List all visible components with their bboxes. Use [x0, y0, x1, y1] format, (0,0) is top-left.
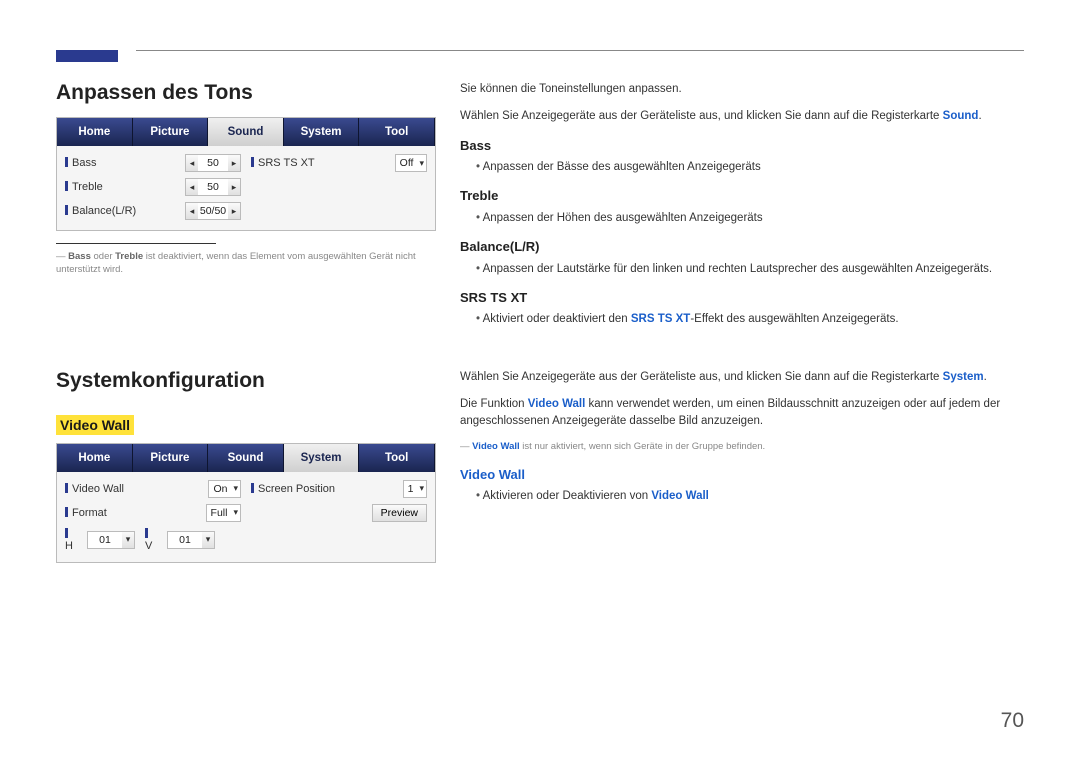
- h-spinner[interactable]: 01 ▾: [87, 531, 135, 549]
- header-accent-bar: [56, 50, 118, 62]
- tab-system-2[interactable]: System: [284, 444, 360, 472]
- treble-value: 50: [198, 181, 228, 193]
- srs-desc: Aktiviert oder deaktiviert den SRS TS XT…: [476, 311, 1024, 328]
- balance-label: Balance(L/R): [65, 205, 181, 217]
- h-inc[interactable]: ▾: [122, 532, 134, 548]
- page-number: 70: [1001, 709, 1024, 733]
- chevron-down-icon: ▾: [419, 483, 424, 494]
- treble-label: Treble: [65, 181, 181, 193]
- format-label: Format: [65, 507, 202, 519]
- srs-dropdown[interactable]: Off ▾: [395, 154, 427, 172]
- bass-heading: Bass: [460, 136, 1024, 156]
- bass-spinner[interactable]: ◂ 50 ▸: [185, 154, 241, 172]
- screenposition-dropdown[interactable]: 1 ▾: [403, 480, 427, 498]
- videowall-desc: Aktivieren oder Deaktivieren von Video W…: [476, 488, 1024, 505]
- bass-label: Bass: [65, 157, 181, 169]
- h-value: 01: [88, 534, 122, 546]
- treble-heading: Treble: [460, 186, 1024, 206]
- system-intro-1: Wählen Sie Anzeigegeräte aus der Gerätel…: [460, 369, 1024, 386]
- srs-heading: SRS TS XT: [460, 288, 1024, 308]
- bass-dec[interactable]: ◂: [186, 155, 198, 171]
- tab-tool-2[interactable]: Tool: [359, 444, 435, 472]
- treble-desc: Anpassen der Höhen des ausgewählten Anze…: [476, 210, 1024, 227]
- chevron-down-icon: ▾: [233, 483, 238, 494]
- header-rule: [136, 50, 1024, 51]
- tab-sound-2[interactable]: Sound: [208, 444, 284, 472]
- screenposition-value: 1: [408, 483, 414, 495]
- chevron-down-icon: ▾: [233, 507, 238, 518]
- format-value: Full: [211, 507, 228, 519]
- system-tabbar: Home Picture Sound System Tool: [57, 444, 435, 472]
- videowall-note: Video Wall ist nur aktiviert, wenn sich …: [460, 440, 1024, 454]
- balance-heading: Balance(L/R): [460, 237, 1024, 257]
- treble-inc[interactable]: ▸: [228, 179, 240, 195]
- section-title-system: Systemkonfiguration: [56, 369, 436, 393]
- bass-value: 50: [198, 157, 228, 169]
- tab-picture-2[interactable]: Picture: [133, 444, 209, 472]
- v-value: 01: [168, 534, 202, 546]
- bass-inc[interactable]: ▸: [228, 155, 240, 171]
- treble-dec[interactable]: ◂: [186, 179, 198, 195]
- system-intro-2: Die Funktion Video Wall kann verwendet w…: [460, 396, 1024, 431]
- video-wall-subheading: Video Wall: [56, 415, 134, 435]
- videowall-label: Video Wall: [65, 483, 204, 495]
- h-label: H: [65, 528, 77, 552]
- system-settings-screenshot: Home Picture Sound System Tool Video Wal…: [56, 443, 436, 563]
- v-spinner[interactable]: 01 ▾: [167, 531, 215, 549]
- sound-intro-1: Sie können die Toneinstellungen anpassen…: [460, 81, 1024, 98]
- balance-desc: Anpassen der Lautstärke für den linken u…: [476, 261, 1024, 278]
- balance-value: 50/50: [198, 205, 228, 217]
- screenposition-label: Screen Position: [251, 483, 399, 495]
- chevron-down-icon: ▾: [419, 158, 424, 169]
- preview-button[interactable]: Preview: [372, 504, 427, 522]
- srs-value: Off: [400, 157, 414, 169]
- srs-label: SRS TS XT: [251, 157, 391, 169]
- sound-settings-screenshot: Home Picture Sound System Tool Bass ◂ 50: [56, 117, 436, 231]
- sound-footnote: Bass oder Treble ist deaktiviert, wenn d…: [56, 250, 436, 277]
- balance-inc[interactable]: ▸: [228, 203, 240, 219]
- treble-spinner[interactable]: ◂ 50 ▸: [185, 178, 241, 196]
- footnote-rule: [56, 243, 216, 244]
- videowall-value: On: [213, 483, 227, 495]
- videowall-heading: Video Wall: [460, 465, 1024, 485]
- tab-system[interactable]: System: [284, 118, 360, 146]
- tab-home-2[interactable]: Home: [57, 444, 133, 472]
- tab-home[interactable]: Home: [57, 118, 133, 146]
- tab-picture[interactable]: Picture: [133, 118, 209, 146]
- v-label: V: [145, 528, 157, 552]
- tab-tool[interactable]: Tool: [359, 118, 435, 146]
- format-dropdown[interactable]: Full ▾: [206, 504, 241, 522]
- v-inc[interactable]: ▾: [202, 532, 214, 548]
- sound-intro-2: Wählen Sie Anzeigegeräte aus der Gerätel…: [460, 108, 1024, 125]
- tab-sound[interactable]: Sound: [208, 118, 284, 146]
- balance-dec[interactable]: ◂: [186, 203, 198, 219]
- bass-desc: Anpassen der Bässe des ausgewählten Anze…: [476, 159, 1024, 176]
- balance-spinner[interactable]: ◂ 50/50 ▸: [185, 202, 241, 220]
- videowall-dropdown[interactable]: On ▾: [208, 480, 241, 498]
- sound-tabbar: Home Picture Sound System Tool: [57, 118, 435, 146]
- section-title-sound: Anpassen des Tons: [56, 81, 436, 105]
